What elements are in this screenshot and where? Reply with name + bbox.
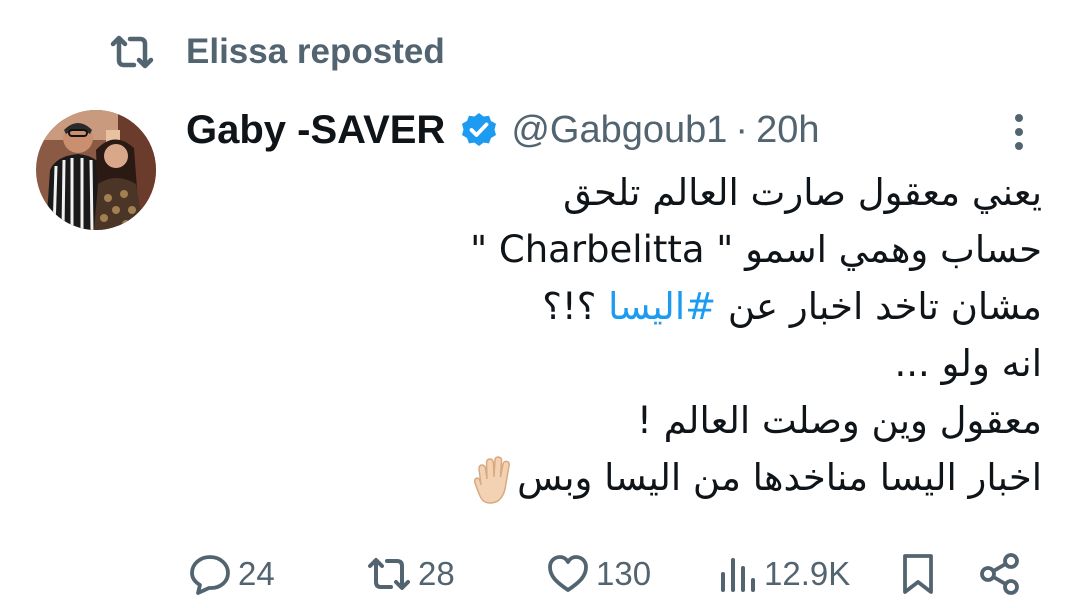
repost-icon [108, 28, 156, 76]
tweet-line: معقول وين وصلت العالم ! [636, 399, 1042, 442]
analytics-icon [718, 552, 758, 596]
tweet-text: يعني معقول صارت العالم تلحق حساب وهمي اس… [342, 164, 1042, 506]
repost-label: Elissa reposted [186, 32, 445, 71]
share-button[interactable] [978, 548, 1022, 600]
share-icon [978, 552, 1022, 596]
repost-button[interactable]: 28 [366, 548, 455, 600]
reply-button[interactable]: 24 [188, 548, 275, 600]
tweet-header: Gaby -SAVER @Gabgoub1 · 20h [186, 104, 819, 156]
avatar[interactable] [36, 110, 156, 230]
tweet-timestamp[interactable]: 20h [756, 109, 819, 152]
header-separator: · [735, 108, 749, 151]
raised-hand-emoji-icon [471, 455, 517, 505]
repost-indicator[interactable]: Elissa reposted [108, 28, 445, 76]
like-button[interactable]: 130 [546, 548, 651, 600]
bookmark-icon [898, 552, 938, 596]
tweet-line-suffix: ؟!؟ [542, 285, 609, 328]
author-display-name[interactable]: Gaby -SAVER [186, 108, 445, 153]
tweet-line: يعني معقول صارت العالم تلحق [563, 171, 1042, 214]
hashtag-link[interactable]: #اليسا [608, 285, 716, 328]
verified-badge-icon[interactable] [459, 110, 499, 150]
reply-count: 24 [238, 555, 275, 592]
reply-icon [188, 552, 232, 596]
tweet-line: حساب وهمي اسمو " Charbelitta " [470, 228, 1042, 271]
like-count: 130 [596, 555, 652, 592]
heart-icon [546, 552, 590, 596]
tweet-line: اخبار اليسا مناخدها من اليسا وبس [342, 449, 1042, 506]
more-options-icon[interactable] [1004, 112, 1034, 152]
tweet-line-prefix: مشان تاخد اخبار عن [716, 285, 1042, 328]
repost-count: 28 [418, 555, 455, 592]
repost-icon [366, 552, 412, 596]
tweet-actions: 24 28 130 12.9K [0, 548, 1080, 600]
author-handle[interactable]: @Gabgoub1 [511, 109, 727, 152]
tweet-line: انه ولو ... [894, 342, 1042, 385]
views-count: 12.9K [764, 555, 851, 592]
tweet-line-text: اخبار اليسا مناخدها من اليسا وبس [517, 456, 1042, 499]
tweet-line: مشان تاخد اخبار عن #اليسا ؟!؟ [342, 278, 1042, 335]
views-button[interactable]: 12.9K [718, 548, 850, 600]
bookmark-button[interactable] [898, 548, 938, 600]
